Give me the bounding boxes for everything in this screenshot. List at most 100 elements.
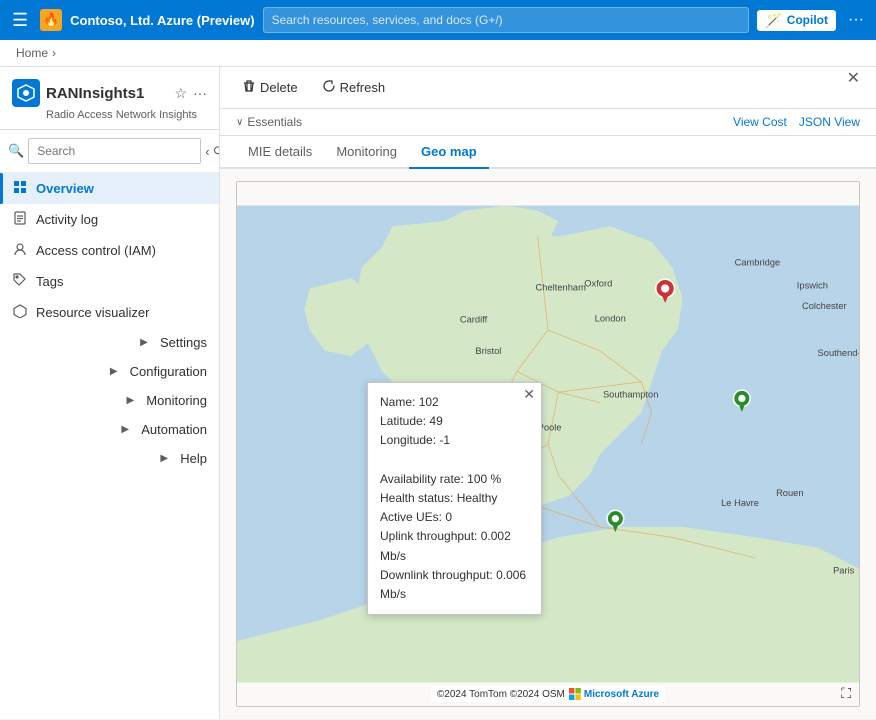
sidebar-item-label: Configuration <box>130 364 207 379</box>
sidebar-item-label: Automation <box>141 422 207 437</box>
map-container: Cambridge Ipswich Colchester Oxford Lond… <box>220 169 876 719</box>
svg-text:Bristol: Bristol <box>475 346 501 356</box>
search-icon: 🔍 <box>8 143 24 159</box>
sidebar-item-label: Overview <box>36 181 94 196</box>
tab-mie-details[interactable]: MIE details <box>236 136 324 169</box>
sidebar-item-iam[interactable]: Access control (IAM) <box>0 235 219 266</box>
popup-health-row: Health status: Healthy <box>380 489 529 508</box>
popup-uplink-row: Uplink throughput: 0.002 Mb/s <box>380 527 529 565</box>
resource-header: RANInsights1 ☆ ··· Radio Access Network … <box>0 67 219 130</box>
sidebar-item-tags[interactable]: Tags <box>0 266 219 297</box>
popup-close-button[interactable]: ✕ <box>523 387 535 401</box>
content-toolbar: Delete Refresh <box>220 67 876 109</box>
sidebar-item-automation[interactable]: ▶ Automation <box>0 415 219 444</box>
sidebar-item-label: Access control (IAM) <box>36 243 156 258</box>
ms-azure-logo: Microsoft Azure <box>569 688 659 700</box>
view-cost-link[interactable]: View Cost <box>733 115 787 129</box>
sidebar-item-label: Settings <box>160 335 207 350</box>
configuration-chevron-icon: ▶ <box>106 366 122 377</box>
popup-lon-row: Longitude: -1 <box>380 431 529 450</box>
popup-avail-value: 100 % <box>467 472 501 486</box>
refresh-label: Refresh <box>340 80 386 95</box>
svg-text:Rouen: Rouen <box>776 488 804 498</box>
ms-azure-text: Microsoft Azure <box>584 689 659 700</box>
sidebar-item-label: Activity log <box>36 212 98 227</box>
sidebar-search-container: 🔍 ‹ ⟳ <box>0 130 219 173</box>
sidebar-item-activity-log[interactable]: Activity log <box>0 204 219 235</box>
essentials-left: ∨ Essentials <box>236 115 302 129</box>
popup-lon-value: -1 <box>439 433 450 447</box>
refresh-icon <box>322 79 336 96</box>
copilot-button[interactable]: 🪄 Copilot <box>757 10 836 31</box>
sidebar-item-label: Tags <box>36 274 63 289</box>
sidebar-item-label: Resource visualizer <box>36 305 149 320</box>
svg-text:Southend-on-Sea: Southend-on-Sea <box>818 348 859 358</box>
sidebar-item-resource-visualizer[interactable]: Resource visualizer <box>0 297 219 328</box>
svg-text:Cardiff: Cardiff <box>460 315 488 325</box>
popup-avail-row: Availability rate: 100 % <box>380 470 529 489</box>
popup-health-value: Healthy <box>457 491 498 505</box>
popup-name-row: Name: 102 <box>380 393 529 412</box>
hamburger-icon[interactable]: ☰ <box>8 6 32 35</box>
map-svg: Cambridge Ipswich Colchester Oxford Lond… <box>237 182 859 706</box>
refresh-button[interactable]: Refresh <box>316 75 392 100</box>
favorite-star-icon[interactable]: ☆ <box>174 85 187 102</box>
popup-lat-value: 49 <box>429 414 442 428</box>
popup-ue-label: Active UEs: <box>380 510 442 524</box>
svg-text:Oxford: Oxford <box>584 278 612 288</box>
svg-text:Le Havre: Le Havre <box>721 498 759 508</box>
settings-chevron-icon: ▶ <box>136 337 152 348</box>
popup-ue-value: 0 <box>445 510 452 524</box>
delete-label: Delete <box>260 80 298 95</box>
help-chevron-icon: ▶ <box>156 453 172 464</box>
sidebar-nav: Overview Activity log Access control (IA… <box>0 173 219 719</box>
sidebar-item-help[interactable]: ▶ Help <box>0 444 219 473</box>
svg-text:Paris: Paris <box>833 566 855 576</box>
popup-name-label: Name: <box>380 395 415 409</box>
svg-text:Southampton: Southampton <box>603 389 659 399</box>
breadcrumb-home[interactable]: Home <box>16 46 48 60</box>
activity-log-icon <box>12 211 28 228</box>
popup-avail-label: Availability rate: <box>380 472 464 486</box>
resource-more-icon[interactable]: ··· <box>193 85 207 101</box>
popup-health-label: Health status: <box>380 491 453 505</box>
popup-ue-row: Active UEs: 0 <box>380 508 529 527</box>
popup-downlink-label: Downlink throughput: <box>380 568 493 582</box>
delete-icon <box>242 79 256 96</box>
delete-button[interactable]: Delete <box>236 75 304 100</box>
sidebar-collapse-icon[interactable]: ‹ <box>205 140 209 162</box>
resource-subtitle: Radio Access Network Insights <box>46 109 207 121</box>
camera-icon[interactable]: ⛶ <box>841 685 851 702</box>
automation-chevron-icon: ▶ <box>117 424 133 435</box>
sidebar-item-label: Monitoring <box>146 393 207 408</box>
essentials-bar: ∨ Essentials View Cost JSON View <box>220 109 876 136</box>
attribution-text: ©2024 TomTom ©2024 OSM <box>437 689 565 700</box>
tab-monitoring[interactable]: Monitoring <box>324 136 409 169</box>
svg-text:Cambridge: Cambridge <box>735 258 781 268</box>
sidebar-search-input[interactable] <box>28 138 201 164</box>
essentials-chevron-icon[interactable]: ∨ <box>236 117 243 128</box>
sidebar-item-settings[interactable]: ▶ Settings <box>0 328 219 357</box>
overview-icon <box>12 180 28 197</box>
tags-icon <box>12 273 28 290</box>
monitoring-chevron-icon: ▶ <box>122 395 138 406</box>
more-options-icon[interactable]: ··· <box>844 7 868 33</box>
svg-text:London: London <box>595 314 626 324</box>
breadcrumb: Home › <box>0 40 876 67</box>
svg-text:Ipswich: Ipswich <box>797 281 828 291</box>
svg-text:Colchester: Colchester <box>802 301 847 311</box>
close-button[interactable]: ✕ <box>847 68 860 88</box>
sidebar-item-overview[interactable]: Overview <box>0 173 219 204</box>
popup-uplink-label: Uplink throughput: <box>380 529 477 543</box>
essentials-right: View Cost JSON View <box>733 115 860 129</box>
brand-badge-icon: 🔥 <box>40 9 62 31</box>
map-wrapper[interactable]: Cambridge Ipswich Colchester Oxford Lond… <box>236 181 860 707</box>
sidebar-item-monitoring[interactable]: ▶ Monitoring <box>0 386 219 415</box>
json-view-link[interactable]: JSON View <box>799 115 860 129</box>
tab-geo-map[interactable]: Geo map <box>409 136 489 169</box>
tabs: MIE details Monitoring Geo map <box>220 136 876 169</box>
svg-text:Cheltenham: Cheltenham <box>536 283 587 293</box>
map-attribution: ©2024 TomTom ©2024 OSM Microsoft Azure <box>431 686 665 702</box>
global-search-input[interactable] <box>263 7 750 33</box>
sidebar-item-configuration[interactable]: ▶ Configuration <box>0 357 219 386</box>
